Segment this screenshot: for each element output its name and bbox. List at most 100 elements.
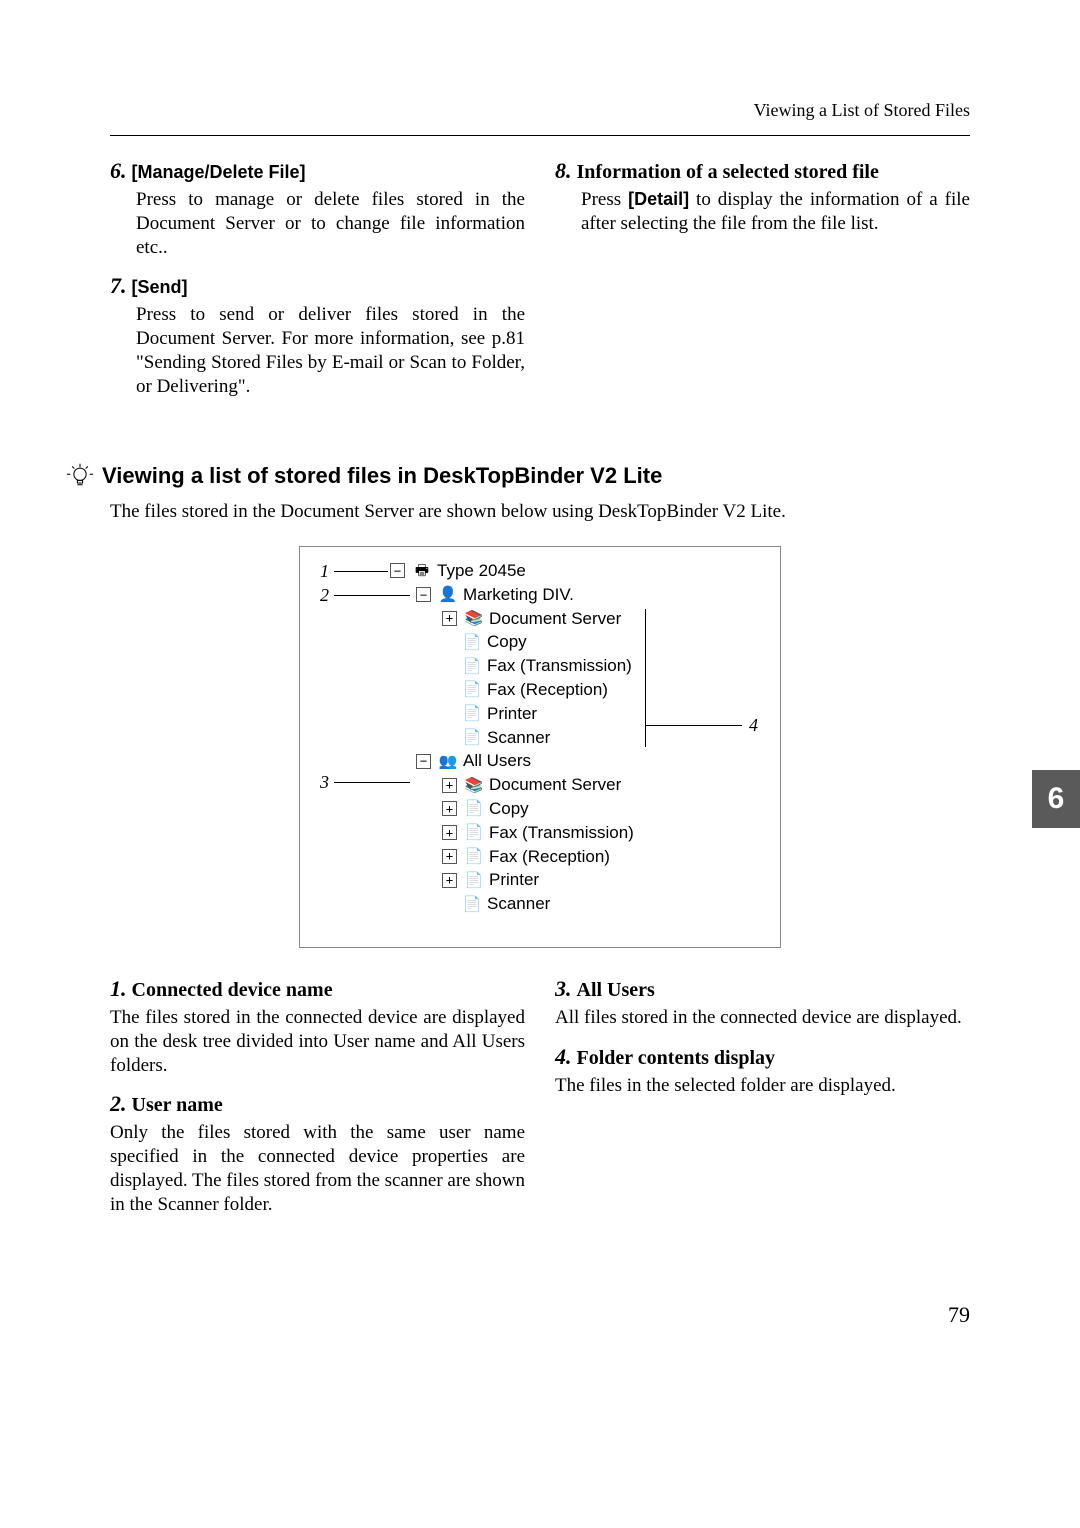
item-3-num: 3. xyxy=(555,976,572,1001)
item-1-label: Connected device name xyxy=(132,979,333,1001)
item-7-num: 7. xyxy=(110,273,127,298)
item-2-heading: 2. User name xyxy=(110,1091,525,1117)
minus-box-icon: − xyxy=(416,754,431,769)
plus-box-icon: + xyxy=(442,801,457,816)
tree-view: − 🖶 Type 2045e − 👤 Marketing DIV. + 📚 Do… xyxy=(390,559,634,916)
doc-icon: 📄 xyxy=(463,728,481,746)
tree-a-faxrx-label: Fax (Reception) xyxy=(489,845,610,869)
doc-icon: 📄 xyxy=(465,824,483,842)
tree-node-m-copy: 📄 Copy xyxy=(390,630,634,654)
tree-node-m-fax-tx: 📄 Fax (Transmission) xyxy=(390,654,634,678)
item-2-body: Only the files stored with the same user… xyxy=(110,1121,525,1216)
tree-node-a-fax-tx: + 📄 Fax (Transmission) xyxy=(390,821,634,845)
section-heading-row: Viewing a list of stored files in DeskTo… xyxy=(66,462,970,490)
users-icon: 👥 xyxy=(439,752,457,770)
item-3-heading: 3. All Users xyxy=(555,976,970,1002)
lower-columns: 1. Connected device name The files store… xyxy=(110,976,970,1230)
figure-wrap: 1 2 3 4 − 🖶 Type 2045e − 👤 Marketin xyxy=(110,546,970,948)
item-4-heading: 4. Folder contents display xyxy=(555,1044,970,1070)
item-1-body: The files stored in the connected device… xyxy=(110,1006,525,1077)
device-icon: 🖶 xyxy=(413,562,431,580)
tree-node-marketing: − 👤 Marketing DIV. xyxy=(390,583,634,607)
item-8-label: Information of a selected stored file xyxy=(577,161,879,183)
page-content: Viewing a List of Stored Files 6. [Manag… xyxy=(0,0,1080,1388)
item-4-label: Folder contents display xyxy=(577,1047,776,1069)
tree-node-a-copy: + 📄 Copy xyxy=(390,797,634,821)
tree-node-m-docserver: + 📚 Document Server xyxy=(390,607,634,631)
tree-root-label: Type 2045e xyxy=(437,559,526,583)
tree-m-copy-label: Copy xyxy=(487,630,527,654)
tree-node-a-docserver: + 📚 Document Server xyxy=(390,773,634,797)
upper-right-col: 8. Information of a selected stored file… xyxy=(555,158,970,412)
tree-a-faxtx-label: Fax (Transmission) xyxy=(489,821,634,845)
tree-a-docserver-label: Document Server xyxy=(489,773,621,797)
item-1-num: 1. xyxy=(110,976,127,1001)
tree-node-m-printer: 📄 Printer xyxy=(390,702,634,726)
tree-m-scanner-label: Scanner xyxy=(487,726,550,750)
tree-m-faxrx-label: Fax (Reception) xyxy=(487,678,608,702)
plus-box-icon: + xyxy=(442,849,457,864)
user-icon: 👤 xyxy=(439,586,457,604)
callout-4-label: 4 xyxy=(749,715,758,736)
doc-icon: 📄 xyxy=(463,633,481,651)
desktopbinder-tree-figure: 1 2 3 4 − 🖶 Type 2045e − 👤 Marketin xyxy=(299,546,781,948)
doc-stack-icon: 📚 xyxy=(465,609,483,627)
tree-m-docserver-label: Document Server xyxy=(489,607,621,631)
tree-a-scanner-label: Scanner xyxy=(487,892,550,916)
tree-allusers-label: All Users xyxy=(463,749,531,773)
lightbulb-icon xyxy=(66,462,94,490)
callout-3-label: 3 xyxy=(320,772,329,793)
item-6-heading: 6. [Manage/Delete File] xyxy=(110,158,525,184)
doc-icon: 📄 xyxy=(465,871,483,889)
doc-icon: 📄 xyxy=(463,657,481,675)
lower-left-col: 1. Connected device name The files store… xyxy=(110,976,525,1230)
section-title: Viewing a list of stored files in DeskTo… xyxy=(102,463,662,489)
upper-columns: 6. [Manage/Delete File] Press to manage … xyxy=(110,158,970,412)
tree-node-a-fax-rx: + 📄 Fax (Reception) xyxy=(390,845,634,869)
item-7-body: Press to send or deliver files stored in… xyxy=(136,303,525,398)
side-tab-chapter: 6 xyxy=(1032,770,1080,828)
header-rule xyxy=(110,135,970,136)
plus-box-icon: + xyxy=(442,778,457,793)
minus-box-icon: − xyxy=(390,563,405,578)
plus-box-icon: + xyxy=(442,611,457,626)
tree-node-a-scanner: 📄 Scanner xyxy=(390,892,634,916)
doc-icon: 📄 xyxy=(465,800,483,818)
upper-left-col: 6. [Manage/Delete File] Press to manage … xyxy=(110,158,525,412)
section-intro: The files stored in the Document Server … xyxy=(110,500,970,524)
callout-4-vline xyxy=(645,609,646,747)
doc-icon: 📄 xyxy=(463,895,481,913)
item-7-label: [Send] xyxy=(132,277,188,297)
running-header: Viewing a List of Stored Files xyxy=(110,100,970,121)
lower-right-col: 3. All Users All files stored in the con… xyxy=(555,976,970,1230)
item-2-label: User name xyxy=(132,1094,223,1116)
callout-1-line xyxy=(334,571,388,572)
item-8-body-bold: [Detail] xyxy=(628,189,689,209)
plus-box-icon: + xyxy=(442,873,457,888)
tree-a-copy-label: Copy xyxy=(489,797,529,821)
item-6-body: Press to manage or delete files stored i… xyxy=(136,188,525,259)
item-8-heading: 8. Information of a selected stored file xyxy=(555,158,970,184)
doc-icon: 📄 xyxy=(463,681,481,699)
item-6-label: [Manage/Delete File] xyxy=(132,162,306,182)
item-8-num: 8. xyxy=(555,158,572,183)
callout-2-label: 2 xyxy=(320,585,329,606)
item-6-num: 6. xyxy=(110,158,127,183)
tree-root: − 🖶 Type 2045e xyxy=(390,559,634,583)
doc-icon: 📄 xyxy=(465,847,483,865)
callout-1-label: 1 xyxy=(320,561,329,582)
dotted-divider-bottom: . . . . . . . . . . . . . . . . . . . . … xyxy=(110,1254,970,1262)
item-1-heading: 1. Connected device name xyxy=(110,976,525,1002)
item-2-num: 2. xyxy=(110,1091,127,1116)
minus-box-icon: − xyxy=(416,587,431,602)
item-3-label: All Users xyxy=(577,979,655,1001)
item-8-body-prefix: Press xyxy=(581,189,628,210)
tree-node-m-fax-rx: 📄 Fax (Reception) xyxy=(390,678,634,702)
tree-marketing-label: Marketing DIV. xyxy=(463,583,574,607)
item-7-heading: 7. [Send] xyxy=(110,273,525,299)
page-number: 79 xyxy=(110,1302,970,1328)
tree-node-allusers: − 👥 All Users xyxy=(390,749,634,773)
tree-m-printer-label: Printer xyxy=(487,702,537,726)
doc-stack-icon: 📚 xyxy=(465,776,483,794)
tree-a-printer-label: Printer xyxy=(489,868,539,892)
